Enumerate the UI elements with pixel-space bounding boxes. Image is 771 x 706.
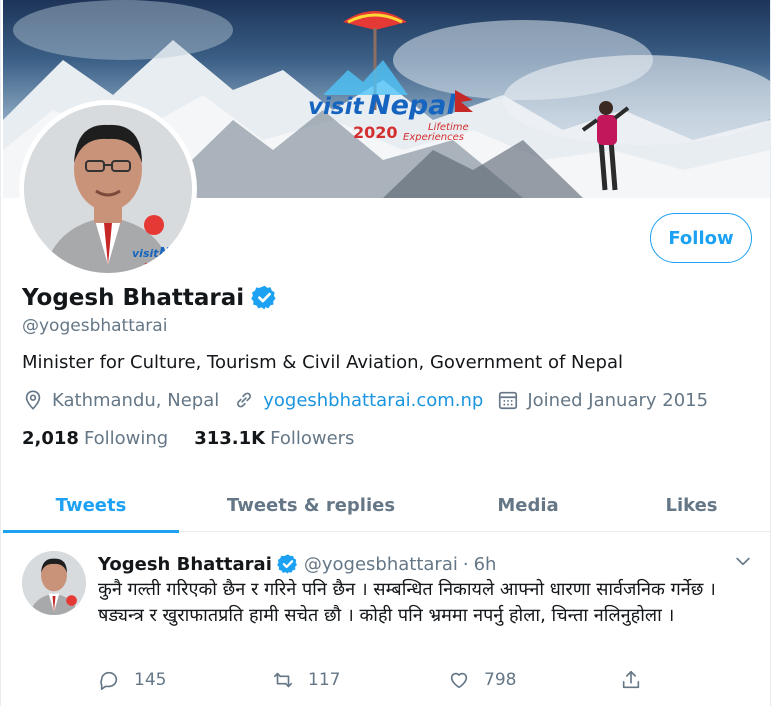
tweet-actions: 145 117 798: [98, 667, 658, 693]
heart-icon: [450, 672, 468, 689]
profile-bio: Minister for Culture, Tourism & Civil Av…: [22, 352, 624, 373]
calendar-icon: [499, 391, 518, 410]
reply-icon: [100, 671, 118, 690]
tweet-avatar[interactable]: [22, 551, 86, 615]
tweet-author[interactable]: Yogesh Bhattarai: [98, 554, 272, 575]
tab-tweets-replies[interactable]: Tweets & replies: [179, 478, 443, 532]
svg-text:visit: visit: [308, 94, 364, 120]
retweet-action[interactable]: 117: [272, 667, 340, 693]
followers-stat[interactable]: 313.1K Followers: [194, 428, 354, 449]
svg-text:visit: visit: [132, 247, 159, 260]
retweet-icon: [273, 672, 293, 688]
reply-action[interactable]: 145: [98, 667, 166, 693]
tweet-header: Yogesh Bhattarai @yogesbhattarai · 6h: [98, 553, 496, 575]
link-icon: [237, 392, 252, 408]
verified-badge-icon: [251, 285, 276, 310]
tweet-separator: ·: [462, 553, 469, 575]
share-icon: [622, 670, 640, 689]
website-item[interactable]: yogeshbhattarai.com.np: [233, 389, 483, 411]
tweet-time[interactable]: 6h: [474, 554, 497, 575]
location-pin-icon: [25, 390, 41, 410]
following-label: Following: [83, 428, 169, 449]
share-action[interactable]: [620, 667, 642, 693]
profile-name: Yogesh Bhattarai: [22, 284, 278, 311]
tweet-text: कुनै गल्ती गरिएको छैन र गरिने पनि छैन । …: [98, 579, 716, 626]
svg-text:2020: 2020: [353, 123, 398, 142]
followers-label: Followers: [270, 428, 355, 449]
svg-text:2020: 2020: [144, 262, 167, 271]
svg-text:Nepal: Nepal: [368, 90, 456, 121]
joined-text: Joined January 2015: [527, 389, 709, 411]
profile-tabs: Tweets Tweets & replies Media Likes: [3, 478, 770, 533]
tab-likes[interactable]: Likes: [613, 478, 770, 532]
like-action[interactable]: 798: [448, 667, 516, 693]
joined-item: Joined January 2015: [497, 389, 708, 411]
profile-handle: @yogesbhattarai: [22, 316, 168, 336]
tab-tweets[interactable]: Tweets: [3, 478, 179, 533]
retweet-count: 117: [308, 670, 341, 690]
verified-badge-icon: [277, 554, 297, 574]
chevron-down-icon[interactable]: [733, 551, 753, 571]
follow-button[interactable]: Follow: [650, 213, 752, 263]
following-count: 2,018: [22, 428, 79, 449]
svg-text:Experiences: Experiences: [403, 132, 464, 143]
location-text: Kathmandu, Nepal: [52, 389, 220, 411]
tab-media[interactable]: Media: [443, 478, 613, 532]
profile-name-text: Yogesh Bhattarai: [22, 284, 245, 311]
website-link[interactable]: yogeshbhattarai.com.np: [263, 390, 483, 411]
like-count: 798: [484, 670, 517, 690]
profile-page: visit Nepal 2020 Lifetime Experiences vi…: [0, 0, 771, 706]
avatar-photo: visit Nepal 2020: [24, 105, 192, 273]
tweet-handle[interactable]: @yogesbhattarai: [304, 554, 458, 575]
svg-text:Nepal: Nepal: [159, 246, 192, 261]
reply-count: 145: [134, 670, 167, 690]
following-stat[interactable]: 2,018 Following: [22, 428, 168, 449]
followers-count: 313.1K: [194, 428, 266, 449]
profile-stats: 2,018 Following 313.1K Followers: [22, 428, 354, 449]
location-item: Kathmandu, Nepal: [22, 389, 219, 411]
profile-avatar[interactable]: visit Nepal 2020: [19, 100, 197, 278]
profile-meta: Kathmandu, Nepal yogeshbhattarai.com.np …: [22, 389, 722, 411]
tweet-item[interactable]: Yogesh Bhattarai @yogesbhattarai · 6h कु…: [3, 533, 770, 706]
